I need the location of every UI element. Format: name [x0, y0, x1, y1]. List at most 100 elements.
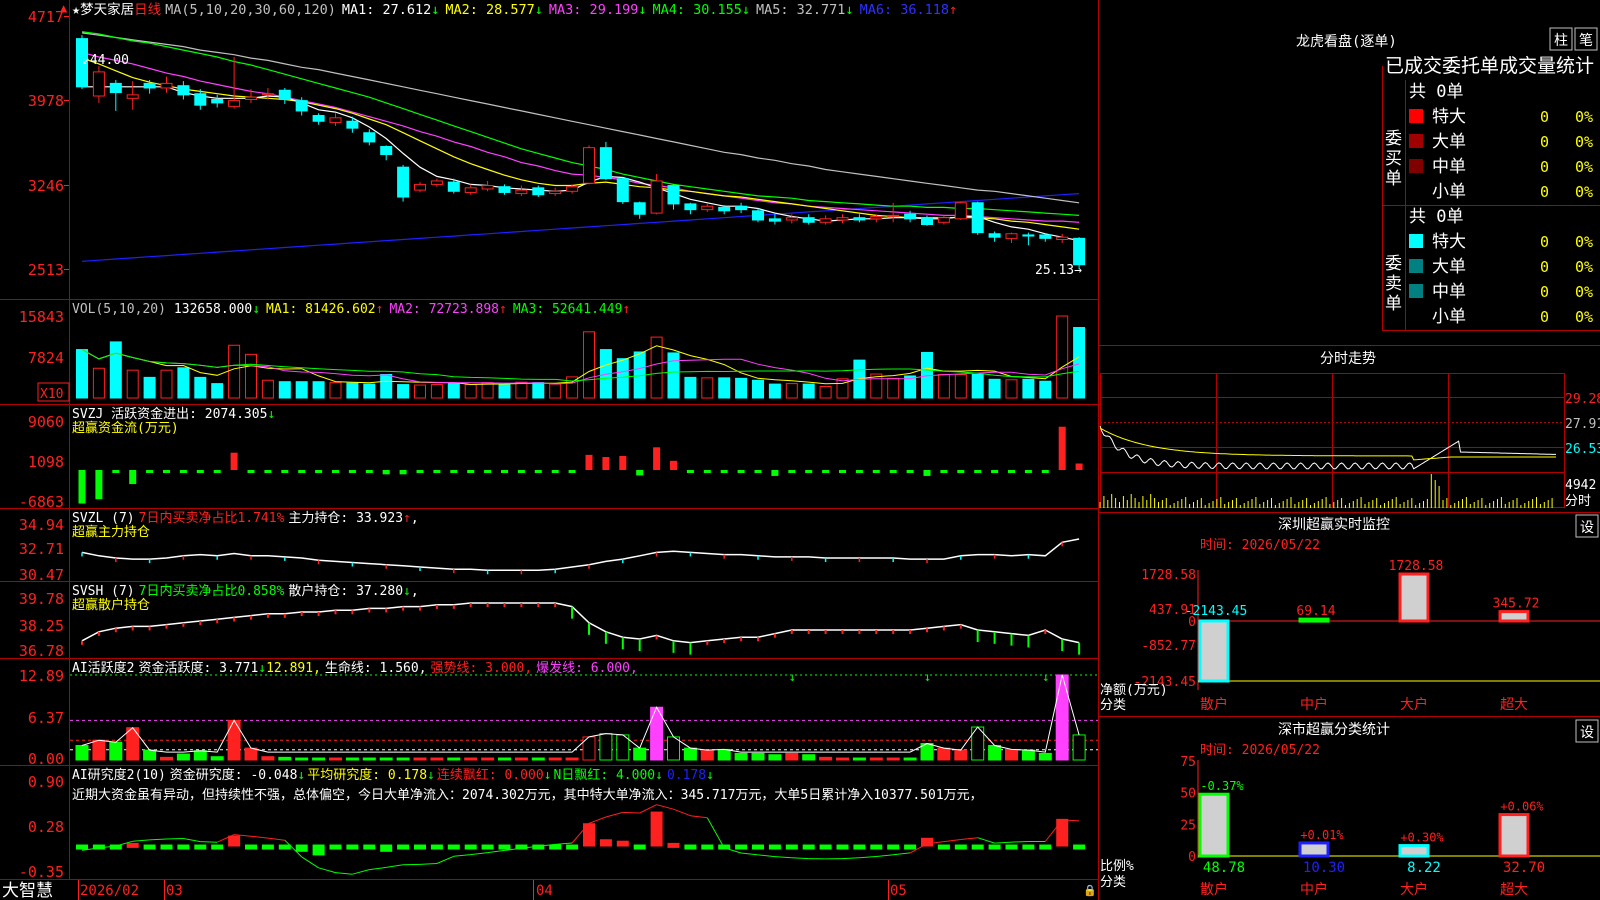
classify-category-2: 中户 — [1300, 881, 1328, 898]
vol-tick-1: 15843 — [19, 308, 64, 326]
ai2-wave-segment — [859, 856, 877, 859]
intraday-chart — [1099, 425, 1556, 508]
sell-total: 共 0单 — [1409, 207, 1463, 227]
app-logo: 大智慧 — [2, 881, 53, 900]
svzj-bar — [602, 457, 610, 470]
ai2-bar — [312, 844, 325, 856]
svzj-bar — [484, 470, 492, 473]
ai2-wave-segment — [149, 838, 167, 841]
ma-value-5: MA5: 32.771 — [756, 2, 845, 18]
svzj-bar — [1058, 426, 1066, 470]
svzj-bar — [957, 470, 965, 473]
intraday-axis: 29.28 27.91 26.53 4942 分时 — [1565, 392, 1600, 509]
volume-bar — [430, 384, 443, 399]
classify-settings-button[interactable]: 设 — [1580, 725, 1594, 741]
svzj-bar — [467, 470, 475, 473]
svzj-bar — [146, 470, 154, 473]
volume-bar — [515, 381, 528, 399]
classify-bar — [1498, 813, 1530, 858]
ai1-bar — [667, 736, 680, 761]
price-high-note: ↙44.00 — [82, 53, 129, 68]
svzl-tick-2: 32.71 — [19, 540, 64, 558]
svzj-bar — [1075, 463, 1083, 470]
monitor-category-3: 大户 — [1400, 696, 1428, 713]
ai1-bar — [565, 757, 579, 761]
date-label-1: 2026/02 — [80, 883, 139, 899]
svzj-bar — [940, 470, 948, 473]
classify-change: +0.30% — [1400, 831, 1444, 845]
candle — [211, 94, 224, 108]
svzj-bar — [112, 470, 120, 473]
classify-bar — [1398, 844, 1430, 858]
volume-bar — [752, 379, 764, 399]
candle — [430, 178, 443, 187]
classify-category-4: 超大 — [1500, 882, 1528, 898]
candle — [1005, 232, 1018, 243]
svzj-bar — [653, 447, 661, 470]
vol-ma-3: MA3: 52641.449 — [513, 302, 623, 317]
ai2-wave-segment — [842, 857, 860, 860]
svzj-bar — [298, 470, 306, 473]
ai1-bar — [886, 757, 900, 761]
ai2-bar — [667, 842, 680, 848]
ai2-bar — [464, 844, 477, 850]
svzj-bar — [501, 470, 508, 473]
lock-icon[interactable]: 🔒 — [1083, 884, 1097, 897]
sell-row-label: 大单 — [1432, 257, 1466, 277]
ai2-wave-segment — [470, 852, 488, 856]
monitor-settings-button[interactable]: 设 — [1580, 520, 1594, 536]
svzj-bar — [450, 470, 458, 473]
ma-value-6: MA6: 36.118 — [860, 2, 949, 18]
candle — [633, 201, 646, 219]
ai2-bar — [126, 842, 139, 848]
candle — [1056, 233, 1069, 243]
ai1-bar — [92, 739, 106, 761]
ai2-comment: 近期大资金虽有异动，但持续性不强，总体偏空，今日大单净流入：2074.302万元… — [72, 787, 983, 803]
ai2-tick-1: 0.90 — [28, 773, 64, 791]
date-label-2: 03 — [166, 883, 183, 899]
ai1-bar — [481, 757, 495, 761]
candle — [498, 184, 511, 195]
svzj-bar — [179, 470, 187, 473]
svzj-bar — [754, 470, 762, 473]
candle — [802, 214, 815, 225]
sell-legend-swatch — [1409, 234, 1423, 248]
classify-bar — [1198, 792, 1230, 858]
ai1-bar — [278, 756, 292, 761]
volume-bar — [532, 382, 545, 399]
volume-bar — [887, 377, 900, 399]
svzj-bar — [923, 470, 931, 476]
candle — [228, 56, 241, 109]
volume-bar — [380, 374, 393, 399]
ai2-bar — [76, 844, 88, 850]
candle — [684, 202, 697, 215]
ai1-signal-arrow: ↓ — [789, 670, 796, 684]
svzj-bar — [974, 470, 982, 473]
monitor-bar — [1398, 572, 1430, 623]
svzj-tick-3: -6863 — [19, 493, 64, 511]
ai2-bar — [1039, 844, 1052, 850]
ai1-bar — [903, 757, 917, 761]
candle — [92, 66, 105, 103]
sell-row-value: 0 — [1540, 308, 1549, 326]
ai2-bar — [1005, 844, 1018, 850]
candle — [971, 201, 984, 235]
stock-chart[interactable]: 4717 3978 3246 2513 ▲ ★梦天家居日线 MA(5,10,20,… — [0, 0, 1600, 900]
ai2-wave-segment — [352, 869, 370, 875]
tick-mode-button[interactable]: 笔 — [1579, 33, 1593, 49]
sell-legend-swatch — [1409, 259, 1423, 273]
ai2-wave-segment — [555, 842, 573, 845]
intraday-tick-2: 27.91 — [1565, 417, 1600, 432]
collapse-arrow-icon[interactable]: ▲ — [60, 1, 68, 15]
svzj-bar — [95, 470, 103, 500]
bar-mode-button[interactable]: 柱 — [1554, 33, 1568, 49]
vol-axis: 15843 7824 — [19, 308, 64, 367]
ma-arrow-6: ↑ — [949, 2, 957, 18]
ai2-wave-segment — [200, 841, 218, 843]
sell-row-value: 0 — [1540, 233, 1549, 251]
volume-bar — [735, 377, 748, 399]
candle — [109, 79, 122, 111]
monitor-bar — [1298, 617, 1330, 623]
volume-bar — [346, 382, 359, 399]
volume-bar — [194, 376, 207, 399]
